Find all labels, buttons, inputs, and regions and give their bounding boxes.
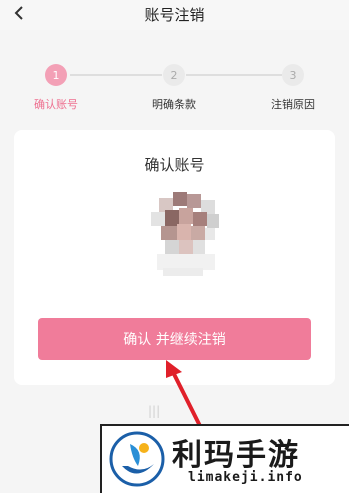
confirm-account-card: 确认账号 确认 并继续注销 <box>14 130 335 385</box>
avatar <box>145 190 225 300</box>
card-title: 确认账号 <box>144 156 205 174</box>
step-connector <box>186 74 282 76</box>
step-3-circle: 3 <box>282 64 304 86</box>
step-3-label: 注销原因 <box>271 98 315 111</box>
watermark: 利玛手游 limakeji.info <box>100 424 349 493</box>
arrow-pointer-icon <box>160 360 210 430</box>
faint-background-text: ||| <box>148 404 161 418</box>
step-connector <box>70 74 162 76</box>
confirm-continue-button[interactable]: 确认 并继续注销 <box>38 318 311 360</box>
page-title: 账号注销 <box>144 6 205 24</box>
watermark-logo-icon <box>108 430 166 488</box>
step-progress: 1 2 3 确认账号 明确条款 注销原因 <box>0 58 349 113</box>
watermark-domain: limakeji.info <box>188 470 303 485</box>
watermark-title: 利玛手游 <box>172 438 300 473</box>
step-1-circle: 1 <box>45 64 67 86</box>
step-2-label: 明确条款 <box>152 98 196 111</box>
step-2-circle: 2 <box>163 64 185 86</box>
top-bar: 账号注销 <box>0 0 349 30</box>
step-1-label: 确认账号 <box>34 98 78 111</box>
